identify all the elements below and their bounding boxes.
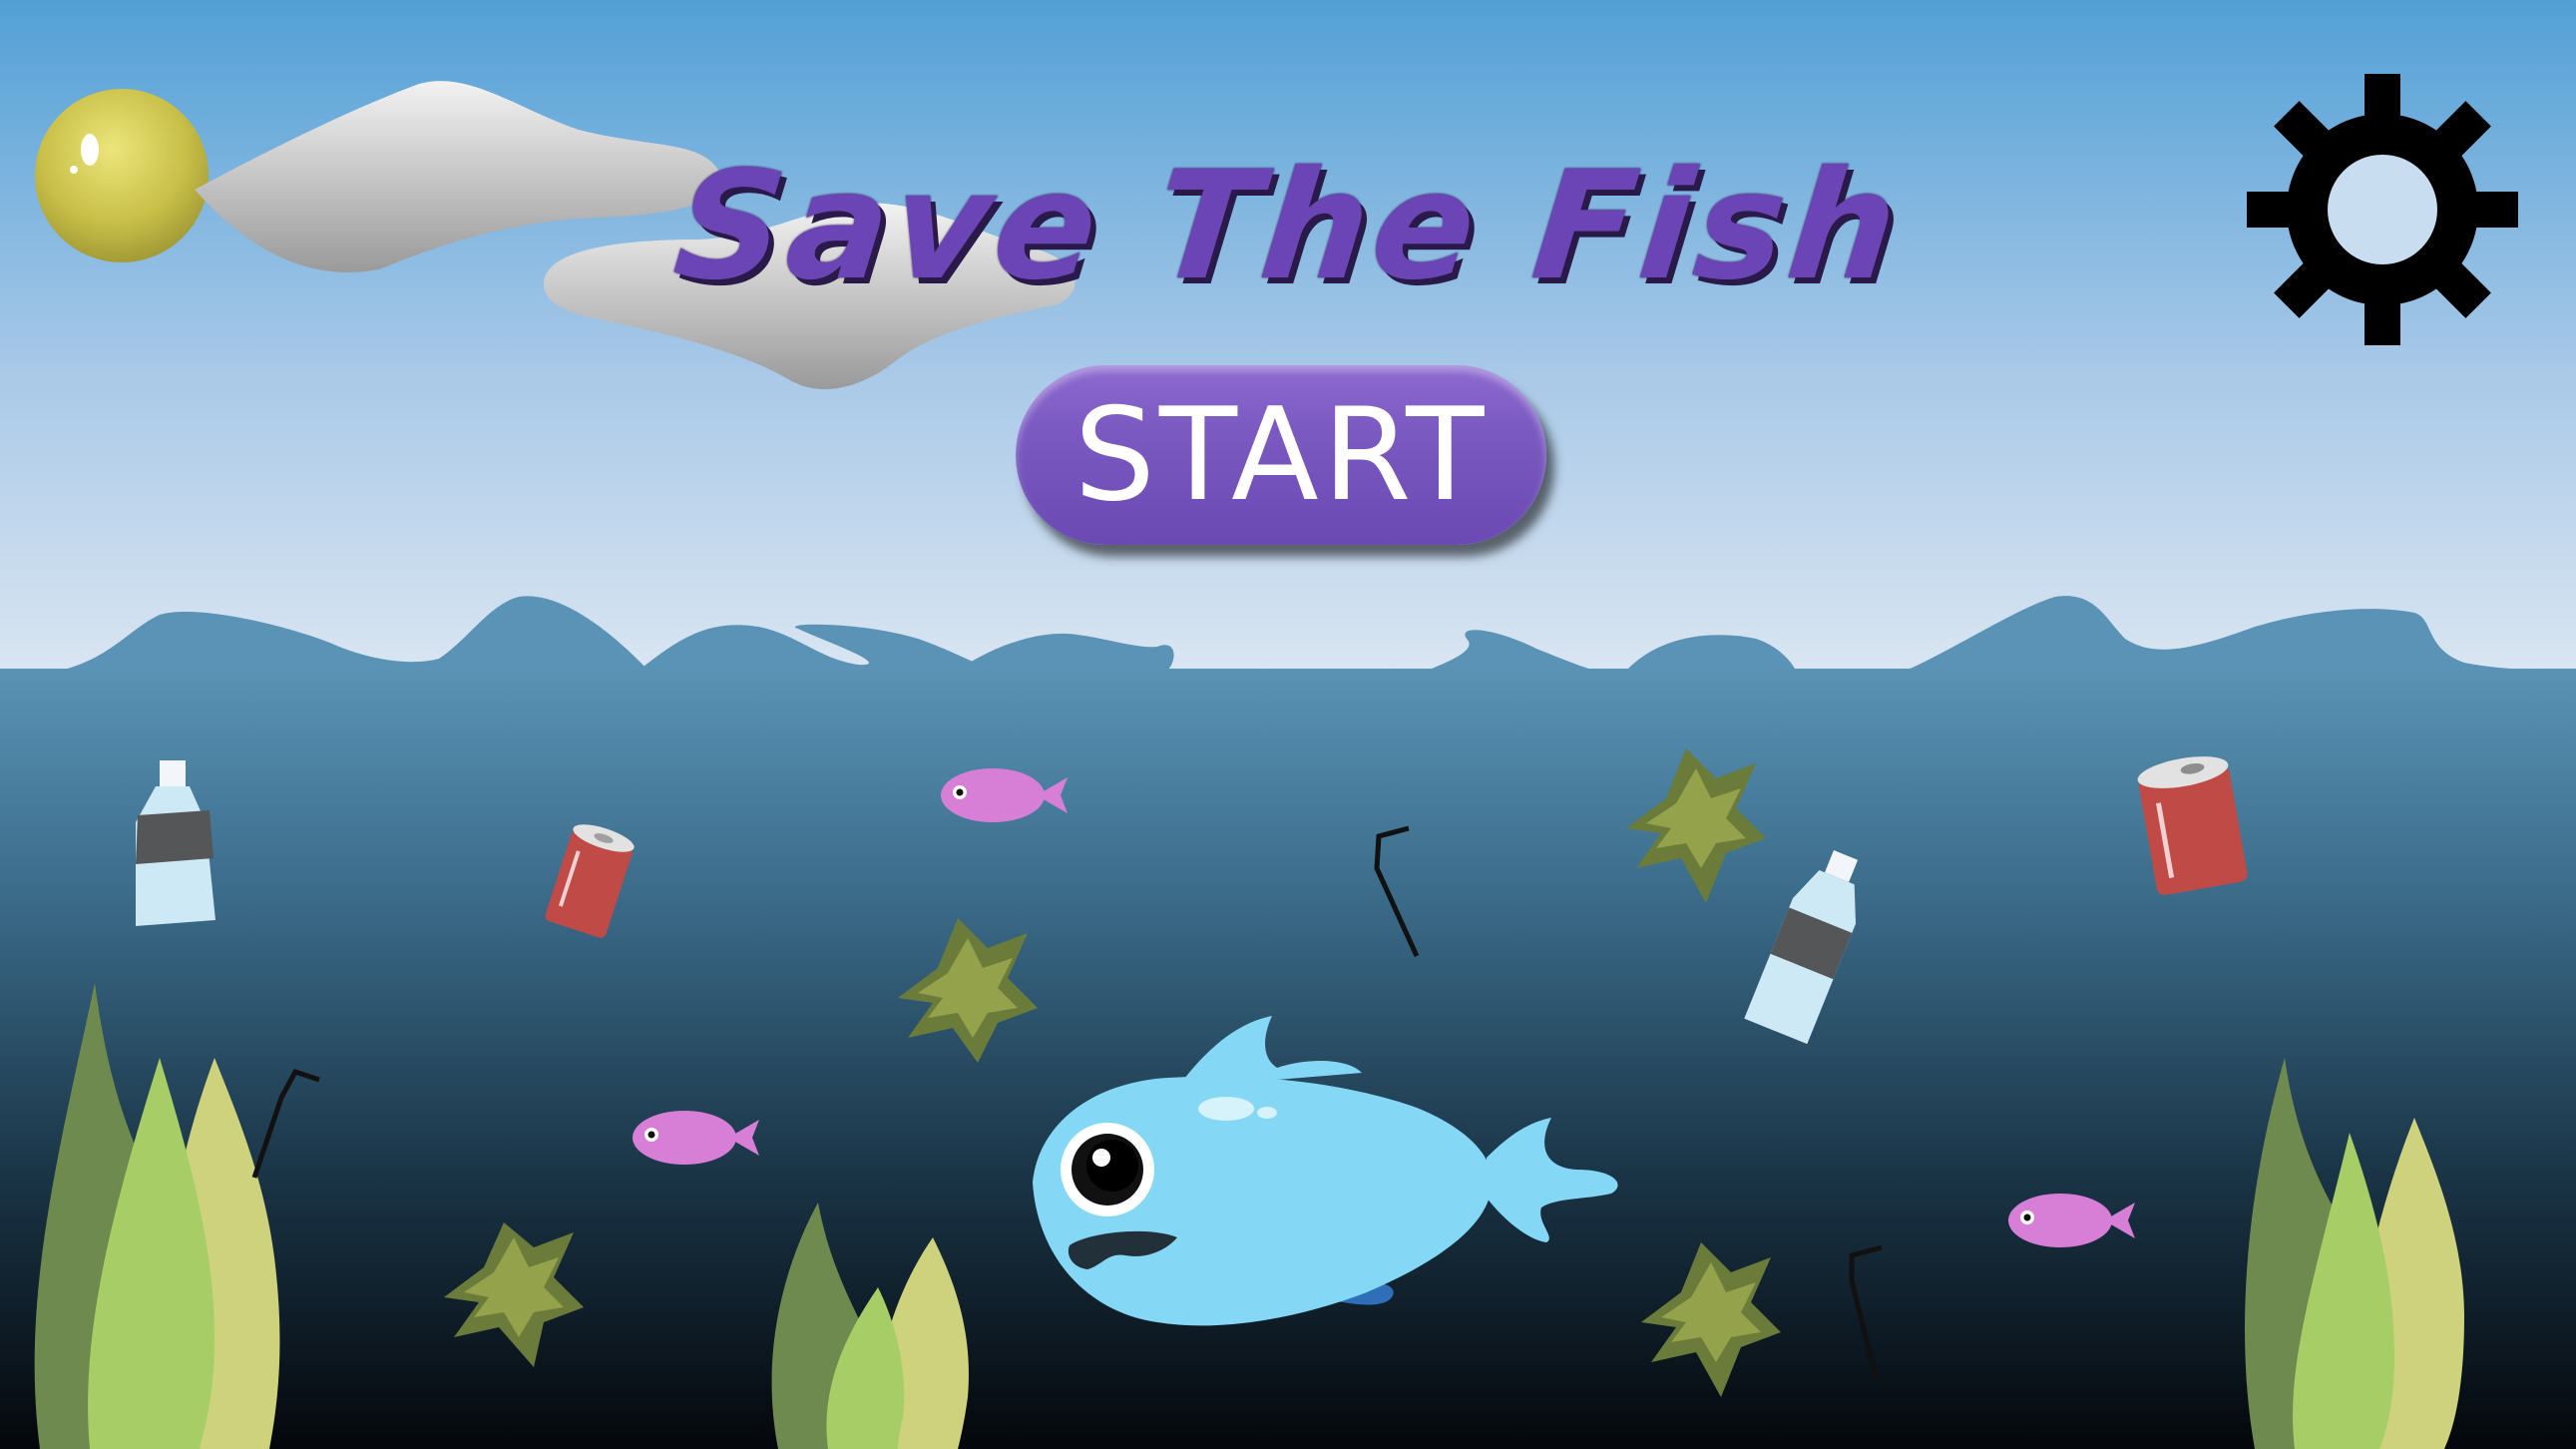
game-title: Save The Fish — [666, 140, 1910, 313]
start-button[interactable]: START — [1016, 365, 1546, 545]
gear-icon[interactable] — [2247, 74, 2518, 345]
start-button-label: START — [1073, 380, 1489, 530]
